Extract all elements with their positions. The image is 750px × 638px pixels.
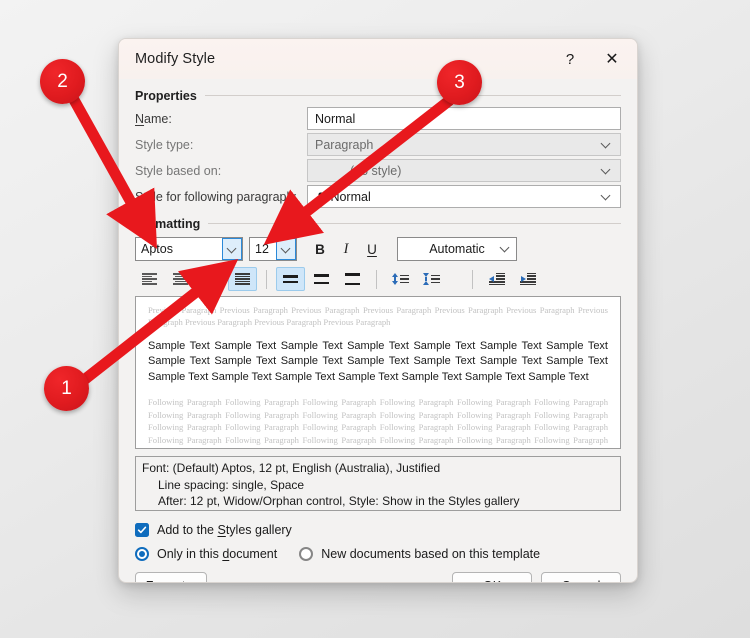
style-based-on-dropdown[interactable]: (no style) (307, 159, 621, 182)
dialog-footer: Format OK Cancel (135, 572, 621, 583)
font-name-chevron-down-icon[interactable] (222, 238, 242, 260)
style-preview: Previous Paragraph Previous Paragraph Pr… (135, 296, 621, 449)
align-left-icon (142, 273, 157, 285)
font-size-chevron-down-icon[interactable] (276, 238, 296, 260)
row-style-type: Style type: Paragraph (135, 133, 621, 156)
style-following-label: Style for following paragraph: (135, 189, 297, 204)
callout-badge-3: 3 (437, 60, 482, 105)
line-spacing-single-button[interactable] (276, 267, 305, 291)
checkbox-icon[interactable] (135, 523, 149, 537)
font-style-buttons: B I U (307, 237, 385, 261)
pilcrow-icon: ¶ (318, 189, 325, 204)
line-spacing-single-icon (283, 273, 298, 285)
preview-previous-paragraph: Previous Paragraph Previous Paragraph Pr… (148, 305, 608, 328)
style-options: Add to the Styles gallery Only in this d… (135, 520, 621, 564)
row-style-based-on: Style based on: (no style) (135, 159, 621, 182)
style-description: Font: (Default) Aptos, 12 pt, English (A… (135, 456, 621, 511)
decrease-indent-icon (488, 272, 505, 286)
bold-button[interactable]: B (307, 237, 333, 261)
increase-indent-button[interactable] (513, 267, 542, 291)
style-based-on-label: Style based on: (135, 163, 222, 178)
align-left-button[interactable] (135, 267, 164, 291)
chevron-down-icon[interactable] (597, 160, 616, 181)
increase-paragraph-spacing-icon (423, 272, 440, 286)
style-type-dropdown[interactable]: Paragraph (307, 133, 621, 156)
align-center-icon (173, 273, 188, 285)
align-right-button[interactable] (197, 267, 226, 291)
toolbar-separator (472, 269, 473, 289)
align-right-icon (204, 273, 219, 285)
add-to-gallery-row[interactable]: Add to the Styles gallery (135, 520, 621, 540)
format-button[interactable]: Format (135, 572, 207, 583)
chevron-down-icon[interactable] (597, 134, 616, 155)
align-justify-button[interactable] (228, 267, 257, 291)
description-line-1: Font: (Default) Aptos, 12 pt, English (A… (142, 461, 441, 475)
formatting-group-header: Formatting (135, 211, 621, 235)
decrease-paragraph-spacing-button[interactable] (386, 267, 415, 291)
line-spacing-1-5-icon (314, 273, 329, 285)
align-justify-icon (235, 273, 250, 285)
chevron-down-icon[interactable] (597, 186, 616, 207)
titlebar-buttons: ? ✕ (549, 43, 633, 75)
font-size-value: 12 (255, 242, 269, 256)
ok-button[interactable]: OK (452, 572, 532, 582)
dialog-body: Properties Name: Normal Style type: Para… (119, 79, 637, 583)
callout-badge-1: 1 (44, 366, 89, 411)
radio-new-documents-icon[interactable] (299, 547, 314, 561)
increase-paragraph-spacing-button[interactable] (417, 267, 446, 291)
line-spacing-1-5-button[interactable] (307, 267, 336, 291)
style-type-label: Style type: (135, 137, 194, 152)
radio-only-this-document-icon[interactable] (135, 547, 149, 561)
format-button-label: Format (146, 579, 186, 583)
scope-radio-group: Only in this document New documents base… (135, 544, 621, 564)
callout-badge-2: 2 (40, 59, 85, 104)
row-name: Name: Normal (135, 107, 621, 130)
dialog-title: Modify Style (135, 51, 216, 67)
close-icon[interactable]: ✕ (591, 43, 633, 75)
paragraph-toolbar (135, 267, 621, 291)
name-input[interactable]: Normal (307, 107, 621, 130)
chevron-down-icon[interactable] (496, 238, 515, 259)
style-based-on-value: (no style) (350, 163, 402, 178)
font-size-combobox[interactable]: 12 (249, 237, 297, 261)
only-this-document-label: Only in this document (157, 547, 278, 561)
decrease-indent-button[interactable] (482, 267, 511, 291)
preview-following-paragraph: Following Paragraph Following Paragraph … (148, 397, 608, 448)
toolbar-separator (376, 269, 377, 289)
group-divider (208, 222, 621, 224)
description-line-2: Line spacing: single, Space (158, 477, 305, 492)
description-line-3: After: 12 pt, Widow/Orphan control, Styl… (158, 494, 520, 508)
font-name-value: Aptos (141, 242, 173, 256)
preview-sample-text: Sample Text Sample Text Sample Text Samp… (148, 339, 608, 383)
font-toolbar: Aptos 12 B I U Automatic (135, 237, 621, 261)
font-color-combobox[interactable]: Automatic (397, 237, 517, 261)
style-following-value: Normal (330, 189, 371, 204)
increase-indent-icon (519, 272, 536, 286)
font-color-value: Automatic (429, 242, 485, 256)
underline-button[interactable]: U (359, 237, 385, 261)
group-divider (204, 94, 621, 96)
name-label: Name: (135, 111, 172, 126)
properties-group-header: Properties (135, 83, 621, 107)
row-style-following: Style for following paragraph: ¶ Normal (135, 185, 621, 208)
name-value: Normal (315, 111, 356, 126)
font-name-combobox[interactable]: Aptos (135, 237, 243, 261)
toolbar-separator (266, 269, 267, 289)
italic-button[interactable]: I (333, 237, 359, 261)
formatting-group-label: Formatting (135, 217, 201, 231)
modify-style-dialog: Modify Style ? ✕ Properties Name: Normal… (118, 38, 638, 583)
align-center-button[interactable] (166, 267, 195, 291)
style-type-value: Paragraph (315, 137, 374, 152)
cancel-button[interactable]: Cancel (541, 572, 621, 582)
dialog-titlebar: Modify Style ? ✕ (119, 39, 637, 79)
style-following-dropdown[interactable]: ¶ Normal (307, 185, 621, 208)
line-spacing-double-button[interactable] (338, 267, 367, 291)
help-button[interactable]: ? (549, 43, 591, 75)
decrease-paragraph-spacing-icon (392, 272, 409, 286)
add-to-gallery-label: Add to the Styles gallery (157, 523, 292, 537)
properties-group-label: Properties (135, 89, 197, 103)
line-spacing-double-icon (345, 273, 360, 285)
new-documents-label: New documents based on this template (321, 547, 541, 561)
